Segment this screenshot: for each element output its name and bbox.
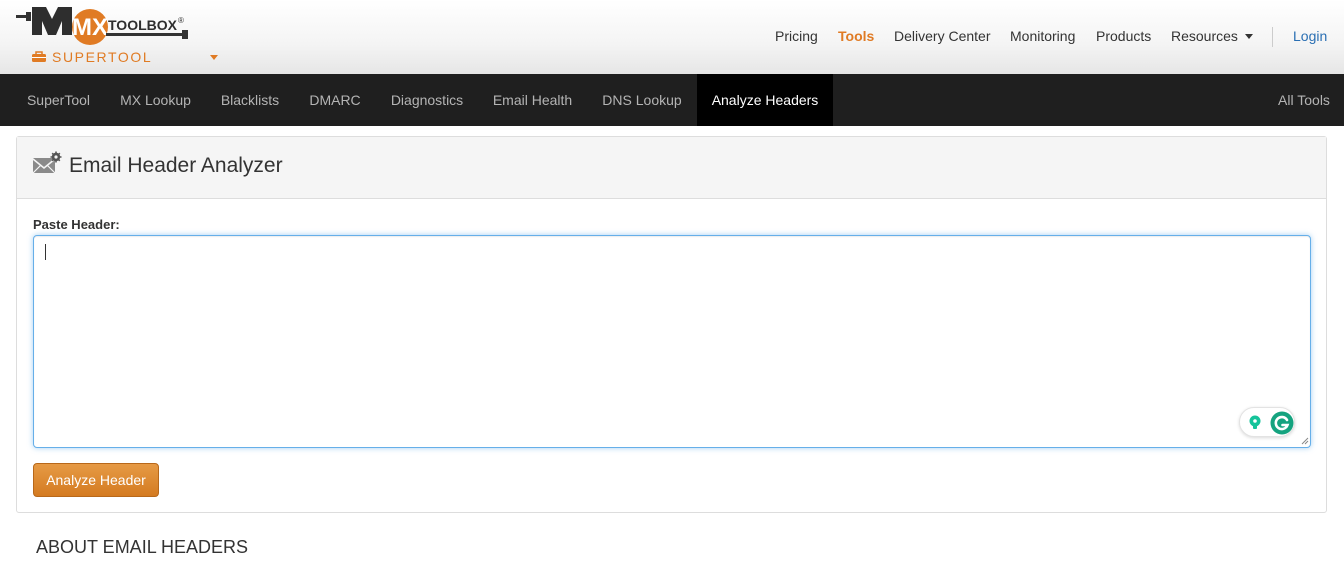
toolbox-icon — [32, 51, 46, 62]
paste-header-label: Paste Header: — [33, 217, 120, 232]
tab-blacklists[interactable]: Blacklists — [206, 74, 294, 126]
nav-pricing[interactable]: Pricing — [775, 28, 818, 44]
logo-toolbox-text: TOOLBOX — [108, 17, 178, 33]
logo-x-letter: MX — [72, 14, 108, 41]
header-analyzer-panel: Email Header Analyzer Paste Header: Anal… — [16, 136, 1327, 513]
mxtoolbox-logo[interactable]: MX TOOLBOX ® — [16, 3, 196, 47]
panel-heading: Email Header Analyzer — [17, 137, 1326, 199]
nav-products[interactable]: Products — [1096, 28, 1151, 44]
analyze-header-button[interactable]: Analyze Header — [33, 463, 159, 497]
text-cursor — [45, 244, 46, 260]
grammarly-widget[interactable] — [1239, 407, 1295, 437]
tab-diagnostics[interactable]: Diagnostics — [376, 74, 478, 126]
header-input[interactable] — [33, 235, 1311, 448]
tab-supertool[interactable]: SuperTool — [12, 74, 105, 126]
logo-registered-mark: ® — [178, 16, 184, 25]
supertool-selector[interactable]: SUPERTOOL — [32, 49, 222, 65]
nav-resources-label: Resources — [1171, 28, 1238, 44]
nav-delivery-center[interactable]: Delivery Center — [894, 28, 990, 44]
nav-divider — [1272, 27, 1273, 47]
supertool-label: SUPERTOOL — [52, 49, 153, 65]
lightbulb-icon[interactable] — [1245, 413, 1265, 433]
mail-settings-icon — [32, 151, 62, 174]
nav-resources[interactable]: Resources — [1171, 28, 1253, 44]
about-section-heading: ABOUT EMAIL HEADERS — [36, 537, 249, 557]
tab-mx-lookup[interactable]: MX Lookup — [105, 74, 206, 126]
tool-nav-bar: SuperTool MX Lookup Blacklists DMARC Dia… — [0, 74, 1344, 126]
tab-dns-lookup[interactable]: DNS Lookup — [587, 74, 697, 126]
nav-tools[interactable]: Tools — [838, 28, 874, 44]
resize-handle-icon[interactable] — [1301, 437, 1309, 445]
page-title: Email Header Analyzer — [69, 154, 283, 177]
caret-down-icon — [1244, 34, 1253, 39]
nav-monitoring[interactable]: Monitoring — [1010, 28, 1075, 44]
tab-dmarc[interactable]: DMARC — [294, 74, 376, 126]
login-link[interactable]: Login — [1293, 28, 1327, 44]
tab-analyze-headers[interactable]: Analyze Headers — [697, 74, 833, 126]
tab-all-tools[interactable]: All Tools — [1264, 74, 1344, 126]
tab-email-health[interactable]: Email Health — [478, 74, 587, 126]
chevron-down-icon — [210, 55, 218, 60]
grammarly-icon[interactable] — [1270, 411, 1294, 435]
top-header: MX TOOLBOX ® SUPERTOOL Pricing Tools Del… — [0, 0, 1344, 74]
